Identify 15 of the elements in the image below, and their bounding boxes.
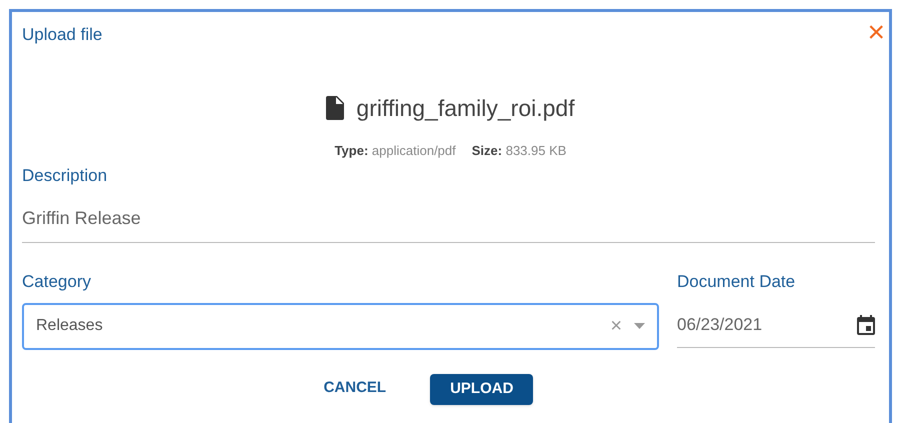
field-label: Category: [22, 271, 92, 293]
date-field[interactable]: 06/23/2021: [677, 302, 875, 348]
field-label: Description: [22, 164, 108, 186]
dialog-title: Upload file: [22, 24, 102, 46]
description-field[interactable]: Griffin Release: [22, 188, 875, 243]
category-select[interactable]: Releases ×: [22, 302, 659, 350]
calendar-icon[interactable]: [857, 314, 875, 334]
field-label: Document Date: [677, 271, 796, 293]
file-name: griffing_family_roi.pdf: [356, 94, 575, 123]
caret-icon[interactable]: [634, 323, 645, 329]
upload-button[interactable]: UPLOAD: [430, 374, 534, 404]
close-button[interactable]: ×: [867, 22, 885, 44]
file-icon: [326, 96, 344, 120]
file-size: Size: 833.95 KB: [472, 142, 566, 160]
file-type: Type: application/pdf: [334, 142, 456, 160]
